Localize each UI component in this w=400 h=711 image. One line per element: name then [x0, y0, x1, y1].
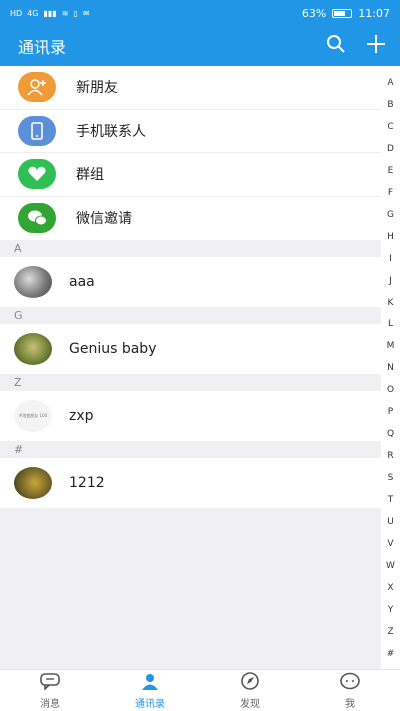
- contact-name: zxp: [69, 408, 94, 424]
- wechat-invite-item[interactable]: 微信邀请: [0, 197, 381, 241]
- avatar: #改变朋友 100: [14, 400, 52, 432]
- index-letter[interactable]: V: [387, 539, 393, 549]
- index-letter[interactable]: #: [387, 649, 395, 659]
- clock: 11:07: [358, 6, 390, 20]
- phone-contacts-item[interactable]: 手机联系人: [0, 110, 381, 153]
- section-header-hash: #: [0, 441, 381, 458]
- index-letter[interactable]: C: [387, 122, 393, 132]
- compass-icon: [239, 671, 261, 693]
- chat-icon: [39, 672, 61, 693]
- phone-icon: [18, 115, 56, 146]
- index-letter[interactable]: W: [386, 561, 395, 571]
- section-header-z: Z: [0, 374, 381, 391]
- section-header-g: G: [0, 307, 381, 324]
- index-letter[interactable]: J: [389, 276, 392, 286]
- groups-label: 群组: [76, 167, 104, 184]
- avatar: [14, 333, 52, 365]
- contact-name: aaa: [69, 274, 95, 290]
- search-icon[interactable]: [326, 34, 346, 58]
- page-title: 通讯录: [18, 38, 67, 57]
- contacts-icon: [139, 672, 161, 693]
- app-header: 通讯录: [0, 26, 400, 66]
- index-letter[interactable]: T: [388, 495, 394, 505]
- index-letter[interactable]: P: [388, 407, 393, 417]
- status-icons: HD 4G ▮▮▮ ≋ ▯ ✉: [10, 9, 90, 18]
- index-letter[interactable]: I: [389, 254, 392, 264]
- tab-label: 通讯录: [135, 698, 165, 710]
- signal-icon: ▮▮▮: [43, 8, 57, 18]
- vibrate-icon: ▯: [73, 8, 78, 18]
- new-friends-item[interactable]: 新朋友: [0, 66, 381, 110]
- network-indicator: 4G: [27, 8, 39, 18]
- contact-row-1212[interactable]: 1212: [0, 458, 381, 508]
- wechat-invite-label: 微信邀请: [76, 211, 132, 228]
- groups-item[interactable]: 群组: [0, 153, 381, 197]
- contact-row-aaa[interactable]: aaa: [0, 257, 381, 307]
- index-letter[interactable]: Z: [387, 627, 393, 637]
- index-letter[interactable]: K: [388, 298, 394, 308]
- avatar: [14, 266, 52, 298]
- index-letter[interactable]: D: [387, 144, 394, 154]
- tab-messages[interactable]: 消息: [0, 670, 100, 711]
- tab-label: 消息: [40, 698, 60, 710]
- alphabet-index[interactable]: A B C D E F G H I J K L M N O P Q R S T U V W X Y Z #: [381, 66, 400, 669]
- index-letter[interactable]: M: [387, 341, 395, 351]
- index-letter[interactable]: O: [387, 385, 394, 395]
- wechat-icon: [18, 203, 56, 234]
- hd-indicator: HD: [10, 8, 23, 18]
- index-letter[interactable]: R: [387, 451, 393, 461]
- tab-label: 我: [345, 698, 355, 710]
- index-letter[interactable]: G: [387, 210, 394, 220]
- battery-percent: 63%: [301, 6, 327, 20]
- index-letter[interactable]: S: [388, 473, 394, 483]
- index-letter[interactable]: L: [388, 319, 393, 329]
- tab-me[interactable]: 我: [300, 670, 400, 711]
- section-header-a: A: [0, 240, 381, 257]
- index-letter[interactable]: B: [387, 100, 393, 110]
- tab-discover[interactable]: 发现: [200, 670, 300, 711]
- avatar-text: #改变朋友 100: [18, 413, 48, 418]
- heart-group-icon: [18, 159, 56, 190]
- contact-row-zxp[interactable]: #改变朋友 100 zxp: [0, 391, 381, 441]
- index-letter[interactable]: Q: [387, 429, 394, 439]
- contact-name: Genius baby: [69, 341, 157, 357]
- new-friends-label: 新朋友: [76, 80, 118, 97]
- index-letter[interactable]: X: [387, 583, 393, 593]
- index-letter[interactable]: N: [387, 363, 394, 373]
- tab-contacts[interactable]: 通讯录: [100, 670, 200, 711]
- bottom-tab-bar: 消息 通讯录 发现 我: [0, 669, 400, 711]
- profile-icon: [339, 672, 361, 693]
- contacts-list: 新朋友 手机联系人 群组 微信邀请 A aaa G Genius baby Z …: [0, 66, 381, 669]
- phone-contacts-label: 手机联系人: [76, 123, 146, 140]
- person-add-icon: [18, 72, 56, 103]
- tab-label: 发现: [240, 698, 260, 710]
- index-letter[interactable]: U: [387, 517, 394, 527]
- index-letter[interactable]: H: [387, 232, 394, 242]
- contact-name: 1212: [69, 475, 105, 491]
- message-icon: ✉: [82, 8, 90, 18]
- index-letter[interactable]: E: [388, 166, 394, 176]
- battery-icon: [332, 8, 353, 18]
- contact-row-genius-baby[interactable]: Genius baby: [0, 324, 381, 374]
- wifi-icon: ≋: [61, 8, 69, 18]
- avatar: [14, 467, 52, 499]
- index-letter[interactable]: F: [388, 188, 393, 198]
- add-icon[interactable]: [366, 34, 386, 58]
- status-bar: HD 4G ▮▮▮ ≋ ▯ ✉ 63% 11:07: [0, 0, 400, 26]
- index-letter[interactable]: Y: [388, 605, 394, 615]
- index-letter[interactable]: A: [387, 78, 393, 88]
